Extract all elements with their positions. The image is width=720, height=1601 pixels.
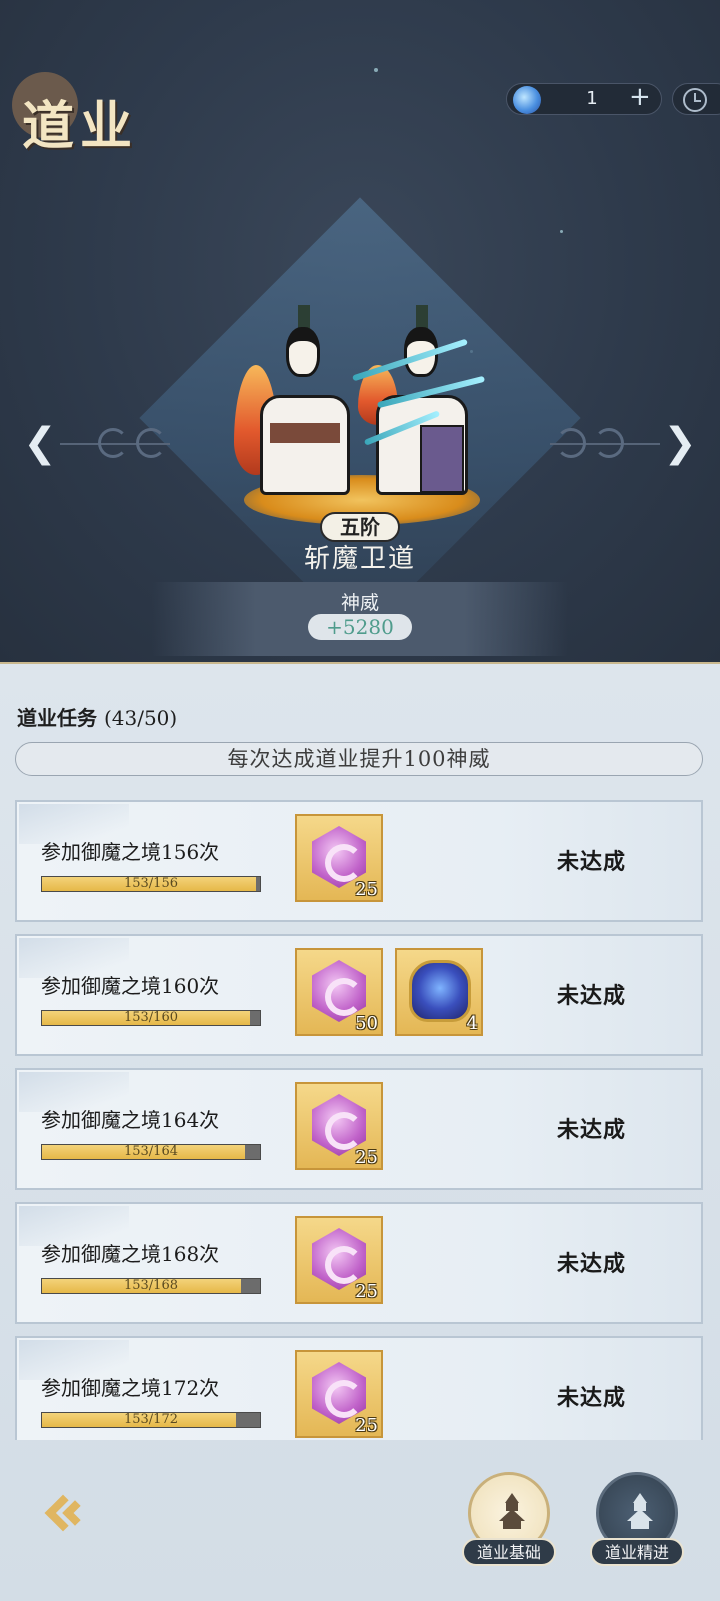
reward-qty: 25 (355, 1415, 378, 1436)
left-warrior-robe (260, 395, 350, 495)
clock-icon (683, 88, 707, 112)
task-name: 参加御魔之境156次 (41, 840, 220, 864)
task-card[interactable]: 参加御魔之境172次 153/172 25 未达成 (15, 1336, 703, 1440)
tab-advanced-label: 道业精进 (590, 1538, 684, 1566)
page-title: 道业 (12, 70, 152, 160)
task-banner: 每次达成道业提升100神威 (15, 742, 703, 776)
pagoda-icon (625, 1491, 655, 1531)
task-name: 参加御魔之境164次 (41, 1108, 220, 1132)
pagoda-icon (497, 1491, 527, 1531)
moon-icon (556, 428, 586, 458)
task-header: 道业任务 (43/50) (17, 702, 177, 731)
reward-qty: 25 (355, 1147, 378, 1168)
right-warrior-skirt (420, 425, 464, 493)
task-progress-bar: 153/156 (41, 876, 261, 892)
reward-item[interactable]: 4 (395, 948, 483, 1036)
treasure-bag-icon (409, 960, 471, 1022)
task-name: 参加御魔之境168次 (41, 1242, 220, 1266)
star (374, 68, 378, 72)
character-illustration (230, 305, 490, 525)
task-card[interactable]: 参加御魔之境164次 153/164 25 未达成 (15, 1068, 703, 1190)
task-status: 未达成 (557, 1251, 627, 1277)
moon-icon (98, 428, 128, 458)
reward-qty: 4 (466, 1013, 478, 1034)
task-status: 未达成 (557, 849, 627, 875)
reward-item[interactable]: 25 (295, 1082, 383, 1170)
task-card[interactable]: 参加御魔之境160次 153/160 50 4 未达成 (15, 934, 703, 1056)
power-panel: 神威 +5280 (152, 582, 568, 656)
reward-item[interactable]: 25 (295, 1216, 383, 1304)
tab-basic-label: 道业基础 (462, 1538, 556, 1566)
reward-qty: 25 (355, 879, 378, 900)
reward-item[interactable]: 50 (295, 948, 383, 1036)
task-card[interactable]: 参加御魔之境156次 153/156 25 未达成 (15, 800, 703, 922)
hero-panel: 道业 1 + ❮ ❯ 五阶 斩魔卫道 神威 +5280 (0, 0, 720, 662)
moon-icon (594, 428, 624, 458)
task-header-label: 道业任务 (17, 706, 97, 730)
task-progress-text: 153/160 (123, 1010, 178, 1025)
task-progress-text: 153/168 (123, 1278, 178, 1293)
reward-qty: 25 (355, 1281, 378, 1302)
task-progress-bar: 153/172 (41, 1412, 261, 1428)
prev-arrow-button[interactable]: ❮ (20, 420, 60, 466)
arrow-right-icon: ❯ (663, 420, 697, 466)
resource-counter: 1 + (506, 82, 662, 115)
task-progress-text: 153/172 (123, 1412, 178, 1427)
back-button[interactable] (32, 1486, 90, 1544)
task-panel: 道业任务 (43/50) 每次达成道业提升100神威 参加御魔之境156次 15… (0, 662, 720, 1601)
power-value: +5280 (308, 614, 412, 640)
task-name: 参加御魔之境160次 (41, 974, 220, 998)
task-progress-bar: 153/160 (41, 1010, 261, 1026)
spirit-orb-icon (513, 86, 541, 114)
task-header-count: (43/50) (103, 706, 178, 730)
reward-item[interactable]: 25 (295, 1350, 383, 1438)
task-progress-text: 153/164 (123, 1144, 178, 1159)
left-warrior-head (286, 327, 320, 377)
history-button[interactable] (672, 83, 720, 115)
arrow-left-icon: ❮ (23, 420, 57, 466)
star (560, 230, 563, 233)
task-progress-bar: 153/168 (41, 1278, 261, 1294)
tab-advanced[interactable]: 道业精进 (590, 1472, 684, 1568)
task-progress-bar: 153/164 (41, 1144, 261, 1160)
task-card[interactable]: 参加御魔之境168次 153/168 25 未达成 (15, 1202, 703, 1324)
next-arrow-button[interactable]: ❯ (660, 420, 700, 466)
task-name: 参加御魔之境172次 (41, 1376, 220, 1400)
power-label: 神威 (340, 592, 379, 614)
left-warrior-belt (270, 423, 340, 443)
task-status: 未达成 (557, 1117, 627, 1143)
moon-icon (136, 428, 166, 458)
tab-basic[interactable]: 道业基础 (462, 1472, 556, 1568)
reward-item[interactable]: 25 (295, 814, 383, 902)
task-progress-text: 153/156 (123, 876, 178, 891)
task-status: 未达成 (557, 1385, 627, 1411)
page-title-text: 道业 (22, 96, 139, 157)
add-resource-button[interactable]: + (629, 82, 651, 112)
reward-qty: 50 (355, 1013, 378, 1034)
task-status: 未达成 (557, 983, 627, 1009)
rank-name: 斩魔卫道 (303, 544, 416, 574)
resource-count: 1 (586, 88, 598, 109)
task-list[interactable]: 参加御魔之境156次 153/156 25 未达成 参加御魔之境160次 153… (15, 800, 705, 1440)
